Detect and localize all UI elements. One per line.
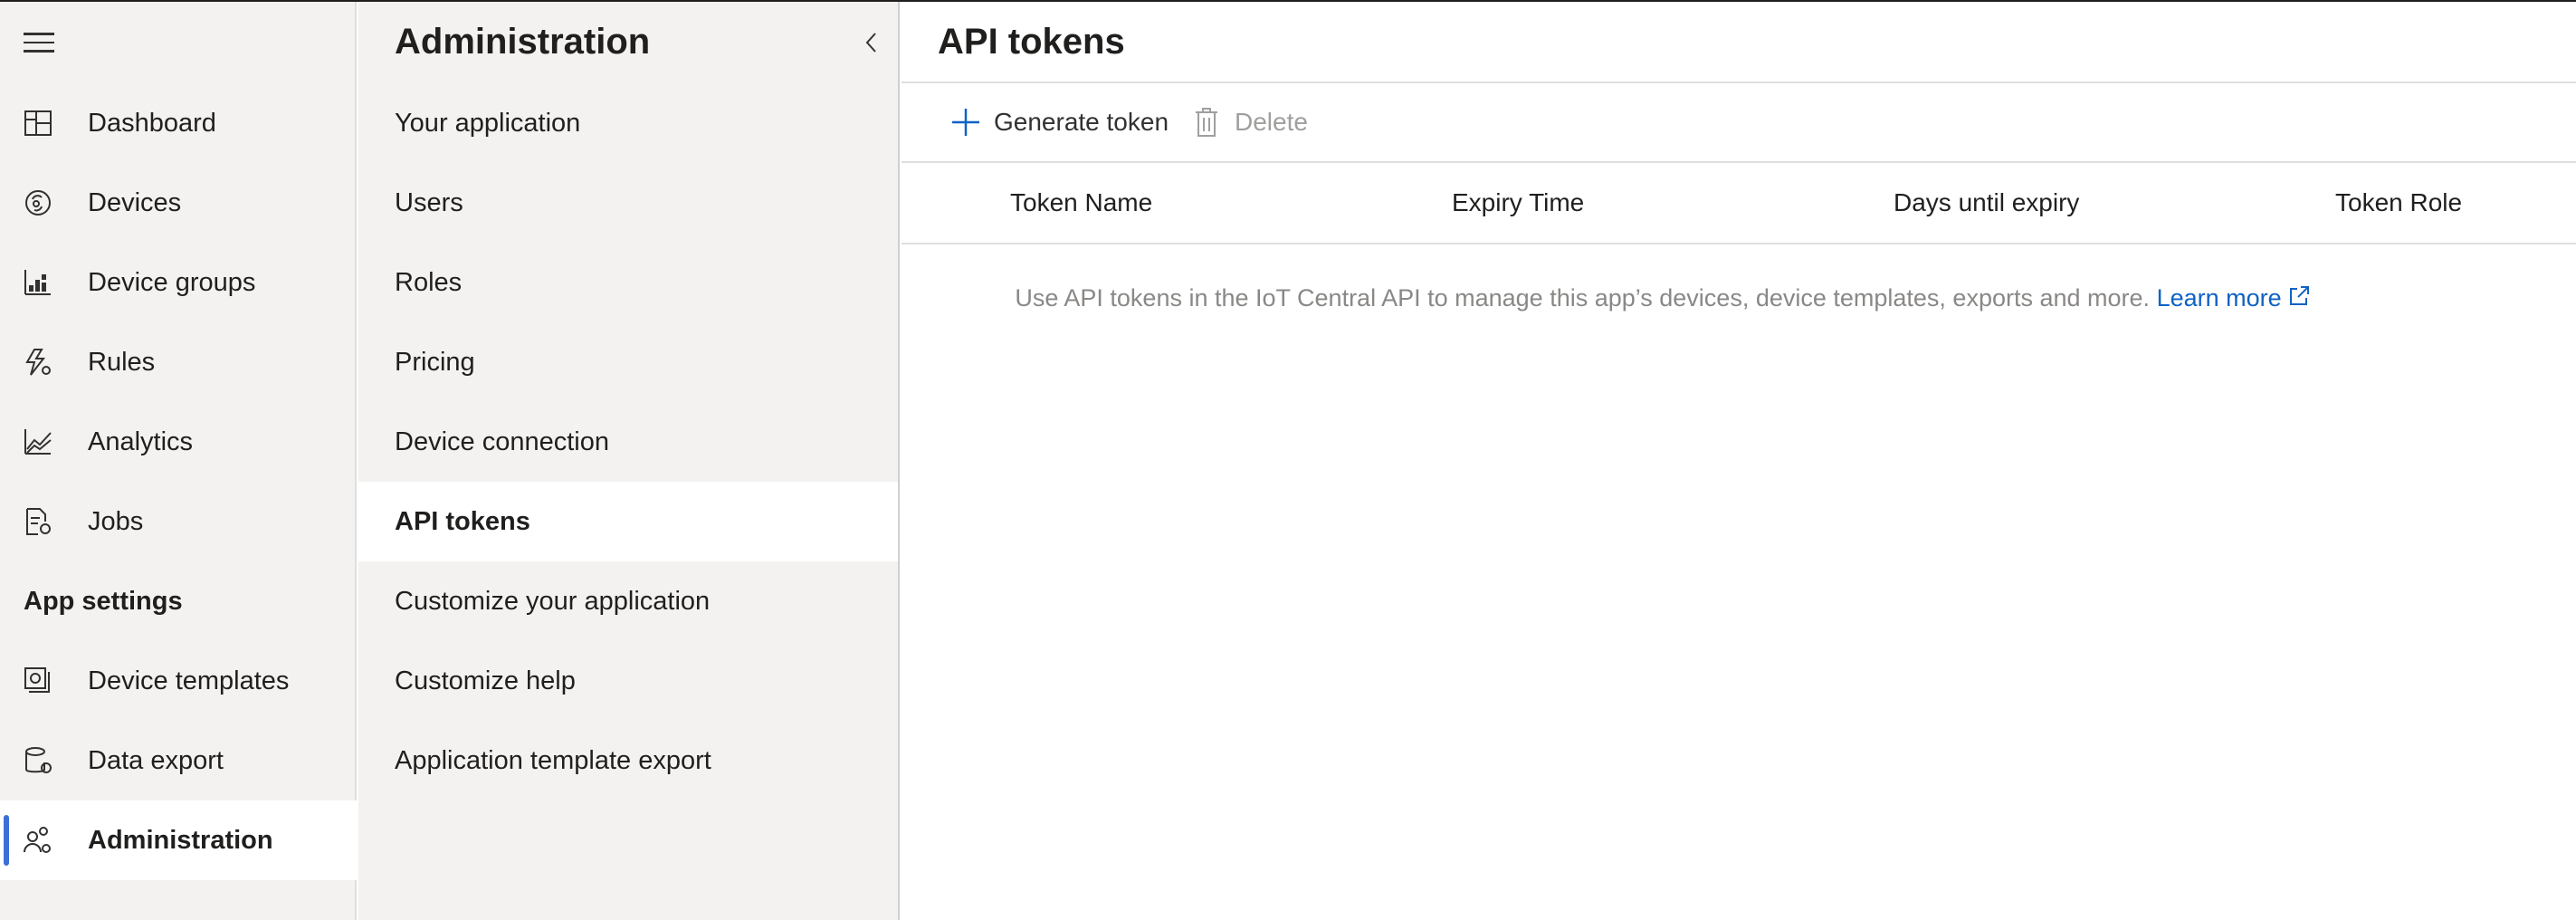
hamburger-menu-icon[interactable] [24, 27, 54, 58]
empty-state-message: Use API tokens in the IoT Central API to… [902, 284, 2424, 312]
section-heading-app-settings: App settings [24, 587, 183, 616]
admin-item-application-template-export[interactable]: Application template export [358, 721, 898, 800]
device-templates-icon [24, 667, 50, 693]
external-link-icon [2289, 286, 2309, 305]
admin-item-label: Pricing [395, 347, 475, 377]
nav-item-dashboard[interactable]: Dashboard [0, 83, 357, 163]
admin-item-label: Customize help [395, 666, 576, 695]
analytics-icon [24, 429, 52, 455]
nav-item-rules[interactable]: Rules [0, 322, 357, 402]
admin-item-label: Device connection [395, 426, 609, 456]
admin-item-pricing[interactable]: Pricing [358, 322, 898, 402]
jobs-icon [26, 508, 51, 535]
nav-item-device-templates[interactable]: Device templates [0, 641, 357, 721]
table-header: Token Name Expiry Time Days until expiry… [902, 163, 2576, 244]
trash-icon [1196, 108, 1217, 137]
admin-item-customize-your-application[interactable]: Customize your application [358, 561, 898, 641]
admin-item-label: Customize your application [395, 586, 711, 616]
nav-item-label: Administration [88, 825, 273, 855]
nav-item-label: Jobs [88, 506, 144, 536]
empty-state-text: Use API tokens in the IoT Central API to… [1015, 284, 2151, 311]
admin-item-label: Users [395, 187, 463, 217]
dashboard-icon [24, 110, 52, 136]
admin-item-label: Your application [395, 108, 581, 138]
generate-token-label: Generate token [994, 108, 1169, 136]
delete-label: Delete [1235, 108, 1308, 136]
command-bar: Generate token Delete [902, 81, 2576, 163]
admin-item-label: Roles [395, 267, 463, 297]
nav-item-label: Device templates [88, 666, 290, 695]
page-title: API tokens [938, 22, 1125, 62]
devices-icon [25, 190, 51, 216]
nav-item-label: Dashboard [88, 108, 216, 138]
learn-more-link[interactable]: Learn more [2157, 284, 2311, 311]
admin-item-label: Application template export [395, 745, 711, 775]
generate-token-button[interactable]: Generate token [950, 83, 1169, 161]
left-nav: Dashboard Devices Device groups Rules An… [0, 2, 357, 920]
plus-icon [952, 109, 979, 136]
column-header-expiry-time[interactable]: Expiry Time [1452, 163, 1584, 243]
column-header-days-until-expiry[interactable]: Days until expiry [1894, 163, 2079, 243]
device-groups-icon [24, 270, 51, 295]
nav-item-administration[interactable]: Administration [0, 800, 357, 880]
administration-icon [24, 827, 51, 853]
main-content: API tokens Generate token Delete Token N… [902, 2, 2576, 920]
nav-item-label: Device groups [88, 267, 256, 297]
nav-item-device-groups[interactable]: Device groups [0, 243, 357, 322]
admin-item-label: API tokens [395, 506, 530, 536]
admin-item-device-connection[interactable]: Device connection [358, 402, 898, 482]
admin-item-api-tokens[interactable]: API tokens [358, 482, 898, 561]
admin-item-roles[interactable]: Roles [358, 243, 898, 322]
delete-button[interactable]: Delete [1195, 83, 1308, 161]
data-export-icon [25, 747, 52, 773]
chevron-left-icon[interactable] [858, 29, 885, 56]
column-header-token-role[interactable]: Token Role [2335, 163, 2462, 243]
nav-item-analytics[interactable]: Analytics [0, 402, 357, 482]
admin-item-your-application[interactable]: Your application [358, 83, 898, 163]
nav-item-jobs[interactable]: Jobs [0, 482, 357, 561]
nav-item-label: Rules [88, 347, 156, 377]
nav-item-devices[interactable]: Devices [0, 163, 357, 243]
rules-icon [25, 349, 51, 376]
administration-panel: Administration Your application Users Ro… [358, 2, 900, 920]
admin-item-customize-help[interactable]: Customize help [358, 641, 898, 721]
nav-item-label: Analytics [88, 426, 194, 456]
learn-more-label: Learn more [2156, 284, 2282, 311]
nav-item-label: Devices [88, 187, 182, 217]
column-header-token-name[interactable]: Token Name [1010, 163, 1152, 243]
nav-item-data-export[interactable]: Data export [0, 721, 357, 800]
panel-title: Administration [395, 22, 651, 62]
nav-item-label: Data export [88, 745, 224, 775]
admin-item-users[interactable]: Users [358, 163, 898, 243]
app-root: Dashboard Devices Device groups Rules An… [0, 0, 2576, 920]
